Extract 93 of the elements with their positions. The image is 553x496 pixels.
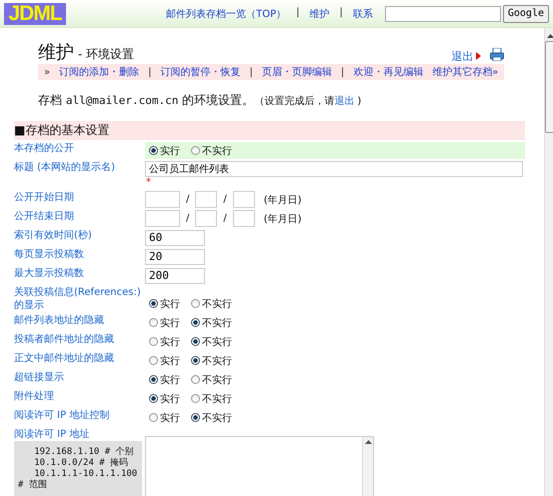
radio-button[interactable] [191, 356, 200, 365]
option-label: 不实行 [202, 336, 232, 348]
option-label: 实行 [160, 336, 180, 348]
field-label: 正文中邮件地址的隐藏 [14, 352, 115, 365]
nav-link[interactable]: 邮件列表存档一览（TOP） [166, 6, 286, 20]
section-header: ■存档的基本设置 [14, 121, 525, 140]
radio-button[interactable] [191, 337, 200, 346]
option-label: 实行 [160, 144, 180, 158]
date-separator: / [186, 194, 190, 205]
number-field[interactable]: 200 [145, 268, 205, 284]
field-label: 公开结束日期 [14, 210, 75, 223]
logout-link[interactable]: 退出 [451, 48, 474, 64]
search-button[interactable]: Google [502, 4, 549, 22]
radio-button[interactable] [191, 146, 200, 155]
subnav-link[interactable]: 页眉・页脚编辑 [262, 65, 332, 79]
option-label: 不实行 [202, 144, 232, 158]
radio-button[interactable] [149, 146, 158, 155]
subnav-link[interactable]: 订阅的暂停・恢复 [160, 65, 240, 79]
date-separator: / [186, 213, 190, 224]
month-field[interactable] [195, 191, 218, 208]
scrollbar-thumb[interactable] [545, 41, 553, 133]
page-title: 维护 [38, 42, 74, 63]
field-label: 最大显示投稿数 [14, 267, 85, 280]
year-field[interactable] [145, 191, 180, 208]
subnav-separator: | [148, 66, 152, 78]
field-label: 超链接显示 [14, 371, 65, 384]
radio-button[interactable] [191, 413, 200, 422]
field-label: 本存档的公开 [14, 142, 75, 155]
date-separator: / [223, 194, 227, 205]
option-label: 实行 [160, 374, 180, 386]
ip-hint: 192.168.1.10 # 个别 10.1.0.0/24 # 掩码 10.1.1.1-10.1.1.100 # 范围 [14, 441, 142, 496]
radio-button[interactable] [191, 299, 200, 308]
day-field[interactable] [232, 191, 255, 208]
option-label: 不实行 [202, 298, 232, 310]
intro-text: 存档 all@mailer.com.cn 的环境设置。（设置完成后，请退出 ) [38, 92, 362, 109]
field-label: 每页显示投稿数 [14, 248, 85, 261]
page-subtitle: - 环境设置 [78, 47, 134, 61]
field-label: 附件处理 [14, 390, 55, 403]
month-field[interactable] [195, 210, 218, 227]
field-label: 索引有效时间(秒) [14, 229, 93, 242]
radio-button[interactable] [149, 337, 158, 346]
field-label: 邮件列表地址的隐藏 [14, 314, 105, 327]
radio-button[interactable] [149, 299, 158, 308]
field-label: 标题 (本网站的显示名) [14, 161, 116, 174]
subnav-link[interactable]: 维护其它存档» [432, 65, 498, 79]
option-label: 不实行 [202, 392, 232, 406]
option-label: 不实行 [202, 316, 232, 330]
scrollbar[interactable] [544, 28, 553, 496]
date-format-hint: (年月日) [264, 194, 302, 206]
arrow-icon [476, 52, 482, 60]
radio-button[interactable] [191, 375, 200, 384]
subnav-separator: | [250, 66, 253, 78]
radio-button[interactable] [149, 375, 158, 384]
subnav-separator: | [340, 66, 344, 78]
option-label: 实行 [160, 412, 180, 424]
radio-button[interactable] [149, 413, 158, 422]
option-label: 实行 [160, 354, 180, 368]
radio-button[interactable] [191, 394, 200, 403]
field-label: 公开开始日期 [14, 191, 75, 204]
radio-button[interactable] [191, 318, 200, 327]
nav-separator: | [296, 6, 300, 20]
nav-link[interactable]: 维护 [310, 6, 330, 20]
option-label: 不实行 [202, 354, 232, 368]
subnav-link[interactable]: 欢迎・再见编辑 [353, 65, 424, 79]
subnav-separator: » [44, 66, 50, 78]
printer-icon[interactable] [490, 48, 504, 61]
option-label: 实行 [160, 298, 180, 310]
radio-button[interactable] [149, 394, 158, 403]
field-label: 阅读许可 IP 地址 [14, 428, 90, 441]
nav-link[interactable]: 联系 [352, 6, 373, 20]
year-field[interactable] [145, 210, 180, 227]
option-label: 不实行 [202, 412, 232, 424]
field-label: 投稿者邮件地址的隐藏 [14, 333, 115, 346]
day-field[interactable] [232, 210, 255, 227]
date-format-hint: (年月日) [264, 212, 302, 226]
required-mark: * [146, 177, 151, 189]
title-field[interactable]: 公司员工邮件列表 [145, 161, 523, 177]
radio-button[interactable] [149, 318, 158, 327]
radio-button[interactable] [149, 356, 158, 365]
date-separator: / [223, 213, 227, 224]
option-label: 实行 [160, 392, 180, 406]
number-field[interactable]: 20 [145, 248, 205, 264]
option-label: 不实行 [202, 374, 232, 386]
logout-link[interactable]: 退出 [334, 96, 354, 107]
nav-separator: | [340, 6, 343, 20]
scroll-up-icon[interactable] [364, 440, 372, 444]
scroll-up-icon[interactable] [547, 34, 553, 38]
field-label: 关联投稿信息(References:)的显示 [14, 286, 142, 312]
option-label: 实行 [160, 316, 180, 330]
search-field[interactable] [384, 6, 501, 22]
subnav-link[interactable]: 订阅的添加・删除 [59, 65, 140, 79]
number-field[interactable]: 60 [145, 230, 205, 246]
field-label: 阅读许可 IP 地址控制 [14, 409, 110, 422]
